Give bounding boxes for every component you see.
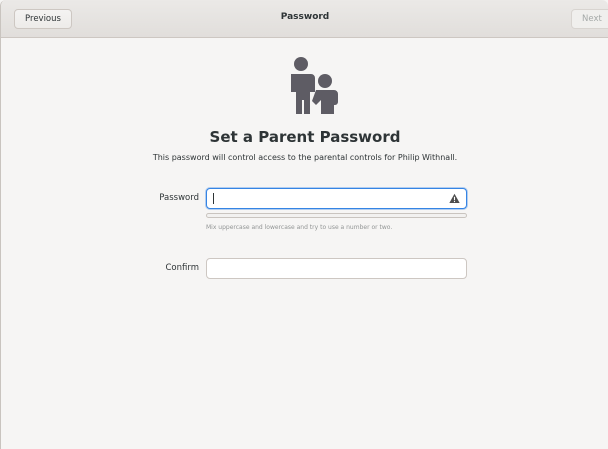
password-hint: Mix uppercase and lowercase and try to u… [206, 224, 393, 231]
window-title: Password [280, 12, 330, 22]
text-caret [213, 193, 214, 204]
setup-window: Previous Password Next Set a Parent Pass… [0, 0, 608, 449]
warning-icon[interactable] [449, 193, 460, 204]
confirm-field[interactable] [206, 258, 467, 279]
header-bar: Previous Password Next [1, 0, 608, 38]
password-label: Password [159, 193, 199, 203]
confirm-label: Confirm [165, 263, 199, 273]
parent-child-icon [291, 57, 338, 114]
password-strength-bar [206, 213, 467, 218]
page-subtitle: This password will control access to the… [152, 153, 458, 162]
password-field[interactable] [206, 188, 467, 209]
next-button[interactable]: Next [571, 9, 608, 29]
page-heading: Set a Parent Password [209, 128, 401, 146]
